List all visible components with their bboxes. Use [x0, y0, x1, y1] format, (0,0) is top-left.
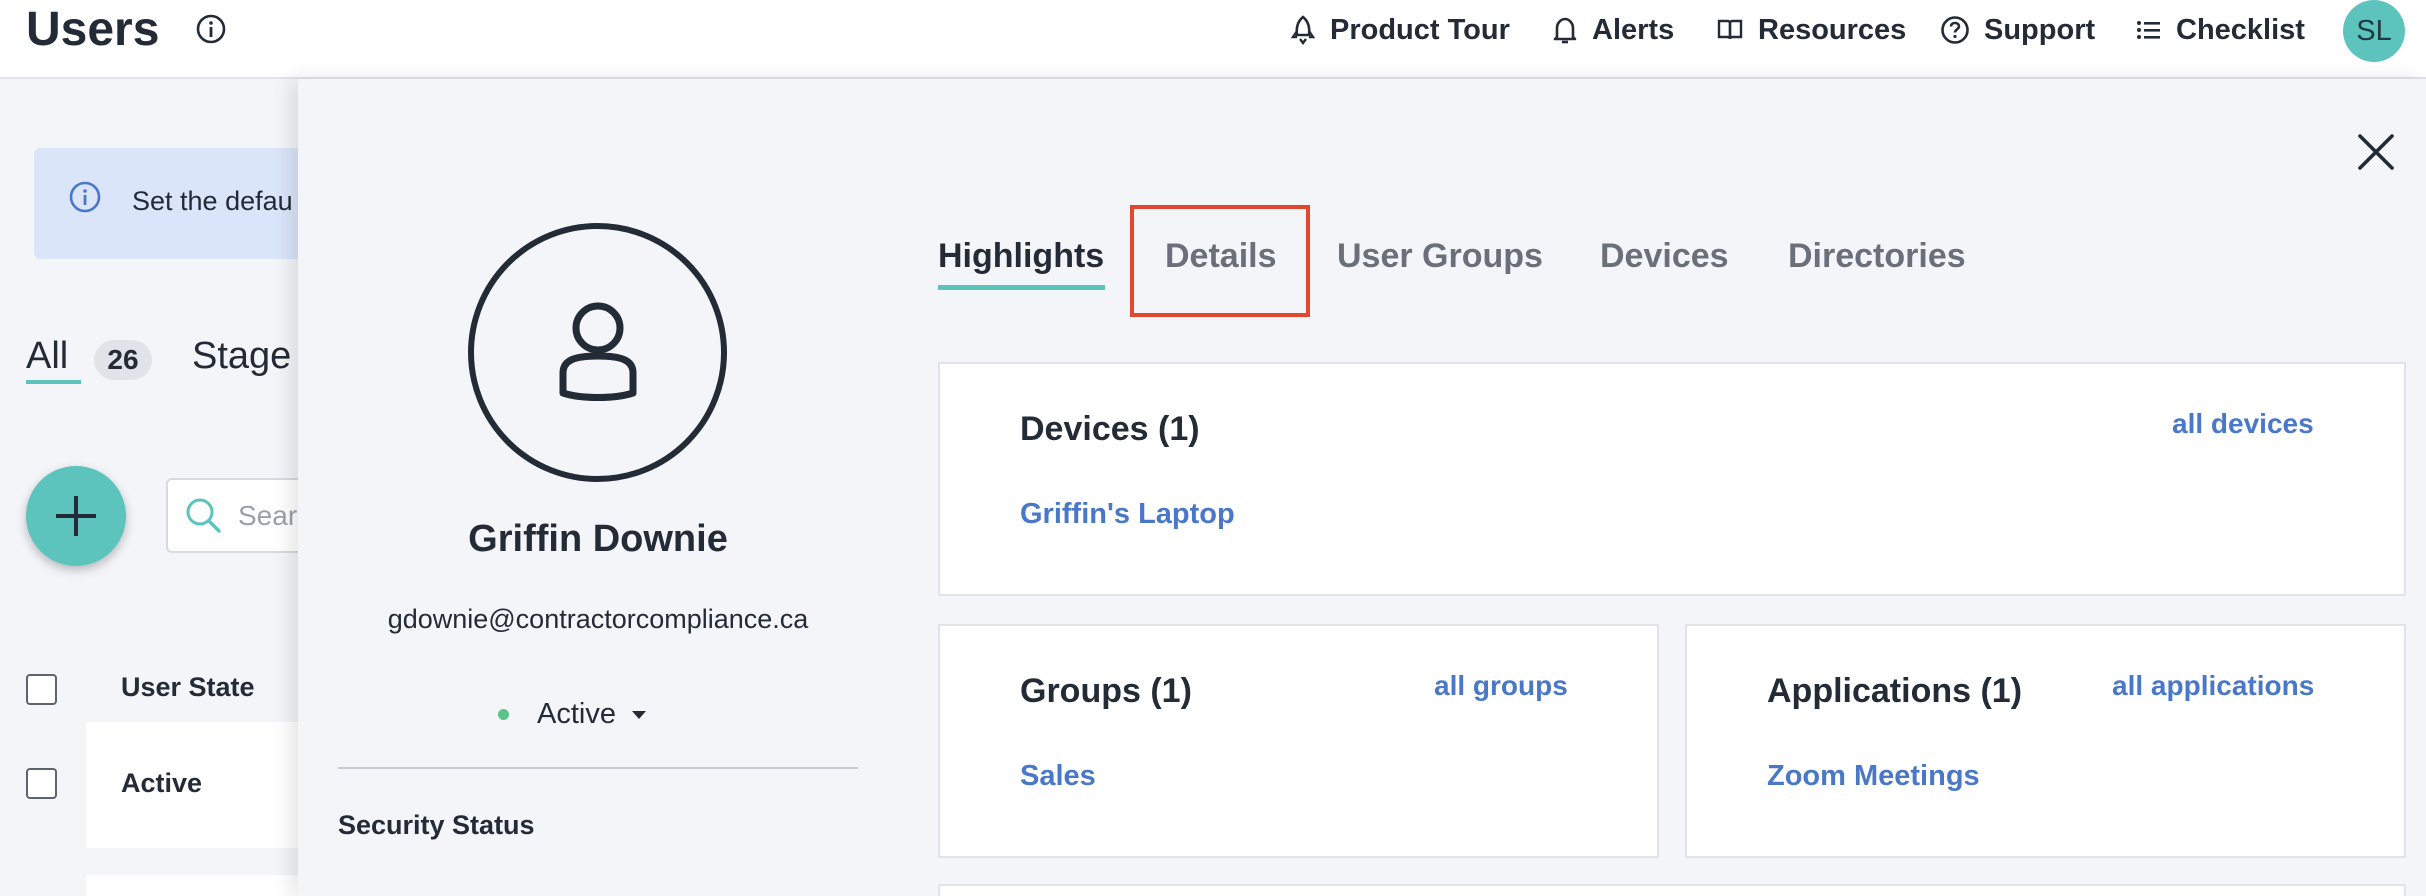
application-link[interactable]: Zoom Meetings	[1767, 760, 1980, 793]
status-dropdown[interactable]: Active	[498, 698, 648, 731]
book-icon	[1717, 19, 1743, 40]
all-applications-link[interactable]: all applications	[2112, 670, 2314, 702]
close-icon[interactable]	[2354, 130, 2398, 174]
banner-text: Set the defau	[132, 186, 293, 216]
add-user-button[interactable]	[26, 466, 126, 566]
tab-highlights[interactable]: Highlights	[938, 237, 1104, 276]
top-header: Users Product Tour Alerts Resources Supp…	[0, 0, 2426, 79]
tab-directories[interactable]: Directories	[1788, 237, 1966, 276]
devices-card	[938, 362, 2406, 596]
devices-card-title: Devices (1)	[1020, 410, 1200, 448]
groups-card	[938, 624, 1659, 858]
nav-alerts[interactable]: Alerts	[1552, 10, 1674, 50]
nav-support[interactable]: Support	[1940, 10, 2095, 50]
select-all-checkbox[interactable]	[26, 674, 57, 705]
avatar[interactable]: SL	[2343, 0, 2405, 62]
all-devices-link[interactable]: all devices	[2172, 408, 2314, 440]
groups-card-title: Groups (1)	[1020, 672, 1192, 710]
page-title: Users	[26, 3, 160, 56]
user-name: Griffin Downie	[468, 518, 728, 560]
applications-card-title: Applications (1)	[1767, 672, 2023, 710]
row-user-state: Active	[121, 768, 203, 798]
highlight-annotation	[1130, 205, 1310, 317]
info-icon[interactable]	[195, 13, 227, 45]
info-icon	[69, 181, 101, 213]
bell-icon	[1553, 17, 1577, 44]
nav-resources[interactable]: Resources	[1716, 10, 1906, 50]
caret-down-icon	[631, 710, 646, 719]
nav-label: Product Tour	[1330, 13, 1510, 46]
user-avatar	[468, 223, 727, 482]
next-card	[938, 884, 2406, 896]
list-icon	[2137, 21, 2160, 39]
nav-label: Support	[1984, 13, 2096, 46]
nav-label: Checklist	[2176, 13, 2305, 46]
column-header-user-state[interactable]: User State	[121, 672, 255, 703]
security-status-heading: Security Status	[338, 810, 535, 840]
applications-card	[1685, 624, 2406, 858]
tab-user-groups[interactable]: User Groups	[1337, 237, 1543, 276]
tab-active-indicator	[938, 285, 1105, 290]
tab-active-indicator	[26, 380, 81, 384]
tab-all[interactable]: All	[26, 335, 68, 378]
nav-product-tour[interactable]: Product Tour	[1290, 10, 1510, 50]
group-link[interactable]: Sales	[1020, 760, 1096, 793]
nav-label: Alerts	[1592, 13, 1675, 46]
status-label: Active	[537, 698, 616, 730]
user-email: gdownie@contractorcompliance.ca	[387, 604, 809, 634]
nav-checklist[interactable]: Checklist	[2136, 10, 2305, 50]
tab-staged[interactable]: Stage	[192, 335, 291, 378]
count-badge: 26	[94, 340, 152, 380]
user-icon	[559, 302, 636, 401]
status-dot-icon	[498, 709, 509, 720]
plus-icon	[56, 496, 96, 536]
nav-label: Resources	[1758, 13, 1907, 46]
search-icon	[186, 498, 221, 533]
question-circle-icon	[1941, 16, 1969, 44]
divider	[338, 767, 858, 769]
rocket-icon	[1290, 15, 1316, 45]
device-link[interactable]: Griffin's Laptop	[1020, 498, 1235, 531]
tab-devices[interactable]: Devices	[1600, 237, 1729, 276]
all-groups-link[interactable]: all groups	[1434, 670, 1568, 702]
row-checkbox[interactable]	[26, 768, 57, 799]
